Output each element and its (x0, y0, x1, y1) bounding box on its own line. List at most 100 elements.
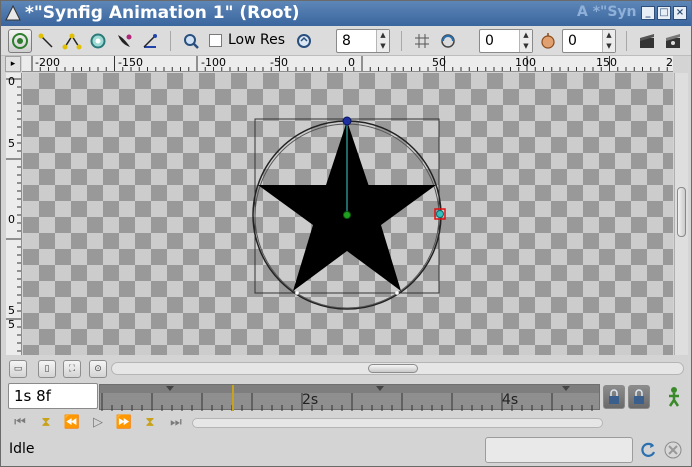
title-bar[interactable]: *"Synfig Animation 1" (Root) A *"Syn _ □… (1, 1, 691, 26)
vertex-handle[interactable] (295, 291, 299, 295)
refresh-render-button[interactable] (292, 29, 316, 53)
onion-future-value: 0 (568, 33, 577, 49)
horizontal-scrollbar[interactable] (111, 362, 684, 375)
vertex-handle[interactable] (395, 291, 399, 295)
zoom-100-button[interactable]: ⊙ (89, 360, 107, 378)
close-button[interactable]: × (673, 6, 687, 20)
prev-frame-icon: ⏪ (63, 415, 81, 430)
onion-future-spin-arrows[interactable]: ▲ ▼ (602, 30, 615, 52)
preview-button[interactable] (661, 29, 685, 53)
onion-skin-button[interactable] (436, 29, 460, 53)
zoom-button[interactable] (179, 29, 203, 53)
grid-icon (415, 34, 429, 48)
zoom-fit-button[interactable]: ⛶ (63, 360, 81, 378)
lock-icon (634, 389, 644, 404)
onion-past-spin-arrows[interactable]: ▲ ▼ (519, 30, 532, 52)
refresh-icon[interactable] (639, 441, 657, 459)
minimize-icon: _ (645, 7, 651, 18)
transform-tool-icon (12, 33, 28, 49)
ruler-label: -150 (118, 56, 143, 69)
transform-tool-button[interactable] (8, 29, 32, 53)
status-text: Idle (9, 441, 35, 457)
onion-past-spinbox[interactable]: 0 ▲ ▼ (479, 29, 533, 53)
next-keyframe-button[interactable]: ⧗ (140, 414, 160, 432)
refresh-icon (297, 34, 311, 48)
maximize-icon: □ (659, 7, 669, 18)
work-area-canvas[interactable] (23, 73, 673, 355)
prev-keyframe-button[interactable]: ⧗ (36, 414, 56, 432)
angle-handle[interactable] (342, 116, 352, 126)
next-frame-button[interactable]: ⏩ (114, 414, 134, 432)
zoom-in-button[interactable]: ▯ (38, 360, 56, 378)
seek-end-button[interactable]: ⏭ (166, 414, 186, 432)
show-grid-button[interactable] (410, 29, 434, 53)
zoom-in-icon: ▯ (44, 364, 50, 374)
stop-render-icon[interactable] (663, 440, 683, 460)
zoom-icon (184, 34, 199, 49)
render-icon (640, 34, 654, 48)
prev-frame-button[interactable]: ⏪ (62, 414, 82, 432)
rotate-button[interactable] (86, 29, 110, 53)
ruler-menu-icon: ▸ (10, 59, 16, 69)
time-label-2s: 2s (302, 392, 319, 408)
toolbar-separator (626, 31, 627, 51)
animation-mode-icon[interactable] (664, 386, 684, 408)
vertical-ruler[interactable]: 0 5 0 5 5 (6, 73, 22, 355)
toolbar-separator (170, 31, 171, 51)
vertical-scrollbar-thumb[interactable] (677, 187, 686, 237)
background-window-title: A *"Syn (577, 4, 637, 20)
draw-icon (143, 34, 157, 48)
origin-handle[interactable] (343, 211, 351, 219)
low-res-label: Low Res (228, 32, 286, 48)
timebar-ticks (101, 393, 593, 411)
rotate-icon (90, 33, 106, 49)
toolbar-separator (401, 31, 402, 51)
mirror-button[interactable] (112, 29, 136, 53)
ruler-label: 0 (348, 56, 355, 69)
playback-controls: ⏮ ⧗ ⏪ ▷ ⏩ ⧗ ⏭ (6, 411, 689, 435)
status-bar: Idle (1, 435, 691, 466)
ruler-label: 100 (515, 56, 536, 69)
quality-spin-arrows[interactable]: ▲ ▼ (376, 30, 389, 52)
quality-value: 8 (342, 33, 351, 49)
scale-button[interactable] (60, 29, 84, 53)
ruler-label: 5 (8, 137, 15, 150)
future-keyframe-lock-button[interactable] (628, 385, 650, 409)
onion-future-spinbox[interactable]: 0 ▲ ▼ (562, 29, 616, 53)
ruler-label: 150 (596, 56, 617, 69)
horizontal-scrollbar-thumb[interactable] (368, 364, 418, 373)
past-keyframe-lock-button[interactable] (603, 385, 625, 409)
ruler-label: -100 (201, 56, 226, 69)
ruler-label: 2 (666, 56, 673, 69)
ruler-label: -200 (35, 56, 60, 69)
smooth-move-button[interactable] (34, 29, 58, 53)
draw-button[interactable] (138, 29, 162, 53)
onion-past-button[interactable] (536, 29, 560, 53)
scale-icon (62, 33, 82, 50)
low-res-checkbox[interactable] (209, 34, 222, 47)
quality-spinbox[interactable]: 8 ▲ ▼ (336, 29, 390, 53)
seek-begin-button[interactable]: ⏮ (10, 414, 30, 432)
maximize-button[interactable]: □ (657, 6, 671, 20)
radius-handle[interactable] (436, 210, 444, 218)
fit-icon: ⛶ (68, 364, 76, 374)
ruler-menu-button[interactable]: ▸ (5, 56, 21, 72)
zoom-out-button[interactable]: ▭ (9, 360, 27, 378)
timebar[interactable]: 2s 4s (99, 384, 600, 411)
horizontal-ruler[interactable]: -200 -150 -100 -50 0 50 100 150 2 (22, 56, 673, 72)
time-cursor[interactable] (232, 385, 234, 411)
current-time-field[interactable]: 1s 8f (8, 383, 98, 409)
app-icon (5, 5, 21, 21)
play-button[interactable]: ▷ (88, 414, 108, 432)
ruler-label: 0 (8, 75, 15, 88)
prev-keyframe-icon: ⧗ (41, 415, 51, 430)
vertical-scrollbar[interactable] (674, 73, 688, 355)
lock-icon (609, 389, 619, 404)
ruler-label: 50 (432, 56, 446, 69)
seek-begin-icon: ⏮ (14, 415, 26, 430)
render-button[interactable] (635, 29, 659, 53)
smooth-move-icon (38, 33, 53, 48)
minimize-button[interactable]: _ (641, 6, 655, 20)
window-title: *"Synfig Animation 1" (Root) (25, 3, 300, 23)
timebar-scrollbar[interactable] (192, 418, 603, 428)
